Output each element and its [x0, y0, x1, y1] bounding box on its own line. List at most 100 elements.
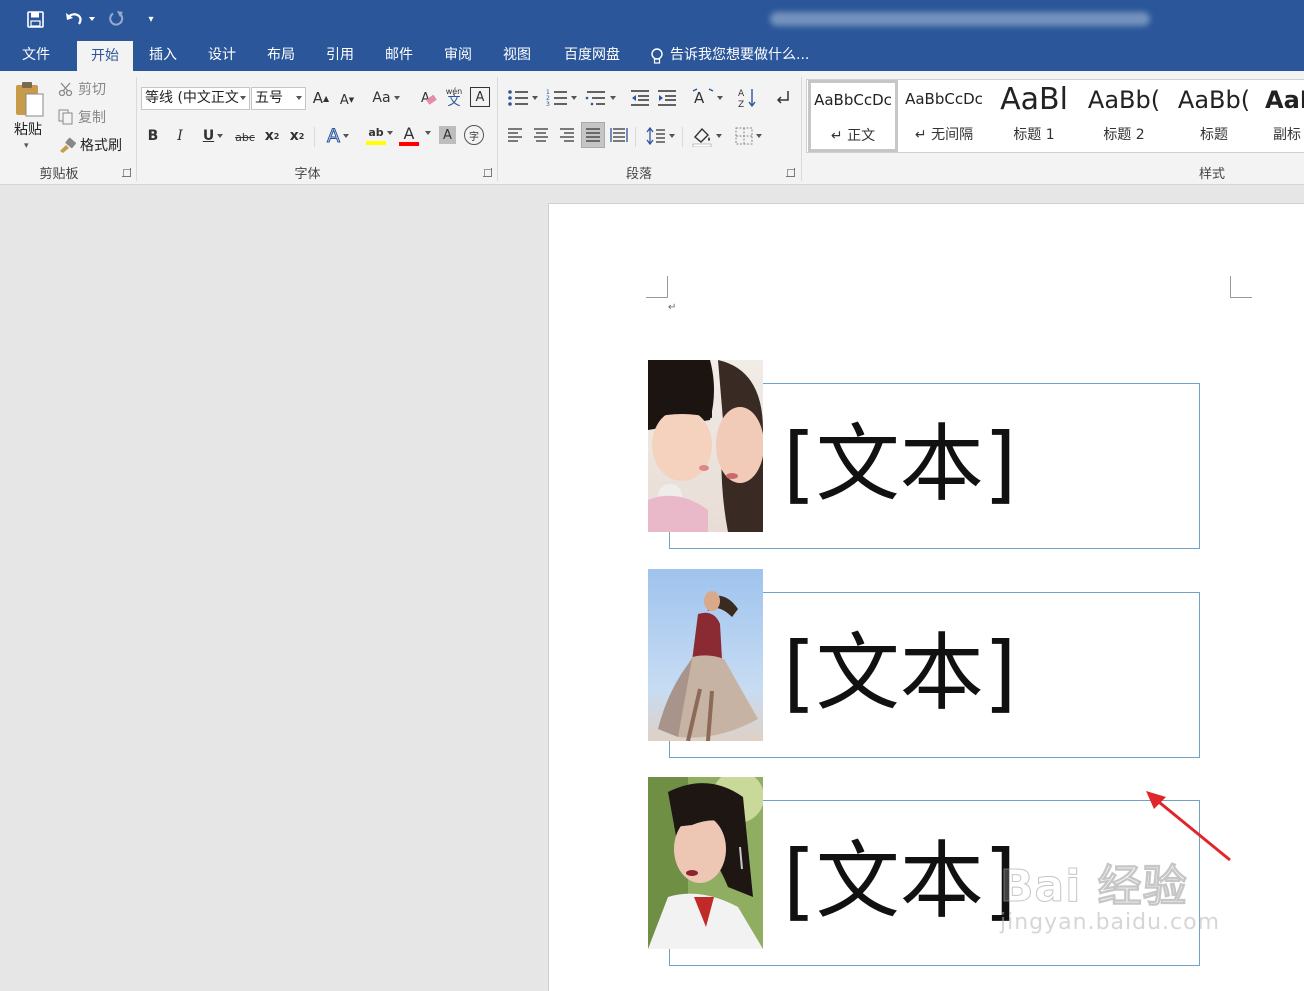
svg-text:Z: Z	[738, 100, 744, 109]
photo-woman-hanfu[interactable]	[648, 777, 763, 949]
align-center-icon[interactable]	[531, 125, 551, 145]
tab-home[interactable]: 开始	[77, 41, 133, 71]
font-color-icon[interactable]: A	[398, 123, 420, 149]
font-divider	[314, 127, 315, 147]
svg-text:3: 3	[546, 101, 550, 107]
tab-baidu-netdisk[interactable]: 百度网盘	[552, 40, 632, 71]
style-sample: AaBbCcDc	[905, 90, 983, 108]
style-name: ↵ 无间隔	[914, 127, 974, 143]
style-subtitle[interactable]: AaE 副标	[1259, 80, 1304, 152]
text-highlight-icon[interactable]: ab	[358, 123, 394, 149]
italic-button[interactable]: I	[171, 125, 189, 147]
paragraph-launcher-icon[interactable]	[786, 168, 795, 177]
format-painter-button[interactable]: 格式刷	[58, 135, 122, 155]
change-case-icon[interactable]: Aa	[370, 87, 402, 109]
multilevel-list-icon[interactable]	[583, 85, 617, 111]
textbox-2-text[interactable]: [文本]	[783, 631, 1017, 715]
cut-button[interactable]: 剪切	[58, 79, 106, 99]
bullets-icon[interactable]	[504, 85, 540, 111]
enclose-characters-icon[interactable]: 字	[464, 125, 484, 145]
decrease-indent-icon[interactable]	[628, 87, 652, 109]
subscript-mark: 2	[273, 131, 280, 141]
shrink-font-glyph: A	[339, 92, 349, 108]
tab-view[interactable]: 视图	[491, 40, 543, 71]
font-family-combo[interactable]: 等线 (中文正文	[141, 87, 250, 110]
tell-me-box[interactable]: 告诉我您想要做什么...	[650, 40, 809, 71]
bold-button[interactable]: B	[144, 125, 162, 147]
style-sample: AaBb(	[1087, 86, 1161, 114]
paste-icon[interactable]	[10, 79, 48, 121]
style-heading-1[interactable]: AaBl 标题 1	[989, 80, 1079, 152]
strikethrough-button[interactable]: abc	[233, 127, 257, 147]
margin-corner-mark	[646, 276, 668, 298]
borders-icon[interactable]	[730, 124, 766, 148]
paste-button[interactable]: 粘贴	[14, 119, 42, 139]
distributed-icon[interactable]	[609, 125, 629, 145]
copy-icon	[58, 109, 73, 125]
photo-woman-dress[interactable]	[648, 569, 763, 741]
tab-insert[interactable]: 插入	[137, 40, 189, 71]
underline-glyph: U	[202, 128, 215, 144]
subscript-button[interactable]: x2	[262, 125, 282, 147]
increase-indent-icon[interactable]	[655, 87, 679, 109]
textbox-3-text[interactable]: [文本]	[783, 839, 1017, 923]
customize-toolbar-icon[interactable]: ▾	[142, 7, 160, 31]
chinese-layout-icon[interactable]: A	[690, 85, 724, 111]
photo-girl-dandelion[interactable]	[648, 360, 763, 532]
justify-icon[interactable]	[581, 122, 605, 148]
text-effects-icon[interactable]: A	[321, 124, 355, 148]
cut-label: 剪切	[78, 82, 106, 98]
grow-font-icon[interactable]: A ▲	[311, 87, 331, 109]
clipboard-group-label: 剪贴板	[39, 167, 79, 182]
tab-references[interactable]: 引用	[314, 40, 366, 71]
character-border-icon[interactable]: A	[470, 87, 490, 107]
margin-corner-mark	[1230, 276, 1252, 298]
style-normal[interactable]: AaBbCcDc ↵ 正文	[808, 80, 898, 152]
phonetic-guide-icon[interactable]: wén 文	[443, 84, 465, 110]
paragraph-divider	[682, 127, 683, 147]
tab-layout[interactable]: 布局	[255, 40, 307, 71]
shrink-font-icon[interactable]: A ▼	[337, 89, 357, 111]
save-icon[interactable]	[24, 7, 46, 31]
style-no-spacing[interactable]: AaBbCcDc ↵ 无间隔	[899, 80, 989, 152]
textbox-1-text[interactable]: [文本]	[783, 422, 1017, 506]
numbering-icon[interactable]: 123	[543, 85, 579, 111]
tab-file[interactable]: 文件	[8, 40, 64, 71]
style-title[interactable]: AaBb( 标题	[1169, 80, 1259, 152]
styles-gallery: AaBbCcDc ↵ 正文 AaBbCcDc ↵ 无间隔 AaBl 标题 1 A…	[806, 79, 1304, 153]
tab-review[interactable]: 审阅	[432, 40, 484, 71]
style-name: 副标	[1273, 127, 1301, 143]
character-shading-icon[interactable]: A	[439, 126, 456, 144]
clear-formatting-icon[interactable]: A	[418, 86, 440, 110]
clipboard-launcher-icon[interactable]	[122, 168, 131, 177]
font-color-dropdown-icon[interactable]	[422, 131, 431, 135]
tell-me-text: 告诉我您想要做什么...	[670, 47, 810, 63]
ribbon-home: 粘贴 ▾ 剪切 复制 格式刷 剪贴板 等线 (中文正文 五号 A ▲ A ▼ Aa …	[0, 71, 1304, 185]
text-effects-glyph: A	[327, 125, 341, 148]
font-launcher-icon[interactable]	[483, 168, 492, 177]
line-spacing-icon[interactable]	[642, 124, 678, 148]
font-size-combo[interactable]: 五号	[251, 87, 306, 110]
align-left-icon[interactable]	[505, 125, 525, 145]
sort-icon[interactable]: AZ	[736, 85, 760, 111]
tab-mailings[interactable]: 邮件	[373, 40, 425, 71]
underline-button[interactable]: U	[196, 125, 230, 147]
font-family-value: 等线 (中文正文	[145, 90, 239, 106]
show-marks-icon[interactable]	[772, 85, 794, 111]
align-right-icon[interactable]	[557, 125, 577, 145]
styles-group-label: 样式	[1198, 167, 1225, 182]
highlight-dropdown-icon[interactable]	[384, 131, 393, 135]
copy-button[interactable]: 复制	[58, 107, 106, 127]
font-group-label: 字体	[294, 167, 321, 182]
style-heading-2[interactable]: AaBb( 标题 2	[1079, 80, 1169, 152]
style-sample: AaE	[1265, 86, 1304, 114]
paste-dropdown-icon[interactable]: ▾	[24, 141, 29, 151]
undo-icon[interactable]	[60, 7, 98, 31]
scissors-icon	[58, 82, 73, 97]
superscript-button[interactable]: x2	[287, 125, 307, 147]
shading-icon[interactable]	[688, 123, 724, 149]
redo-icon[interactable]	[104, 7, 128, 31]
tab-design[interactable]: 设计	[196, 40, 248, 71]
superscript-mark: 2	[298, 131, 305, 141]
copy-label: 复制	[78, 110, 106, 126]
